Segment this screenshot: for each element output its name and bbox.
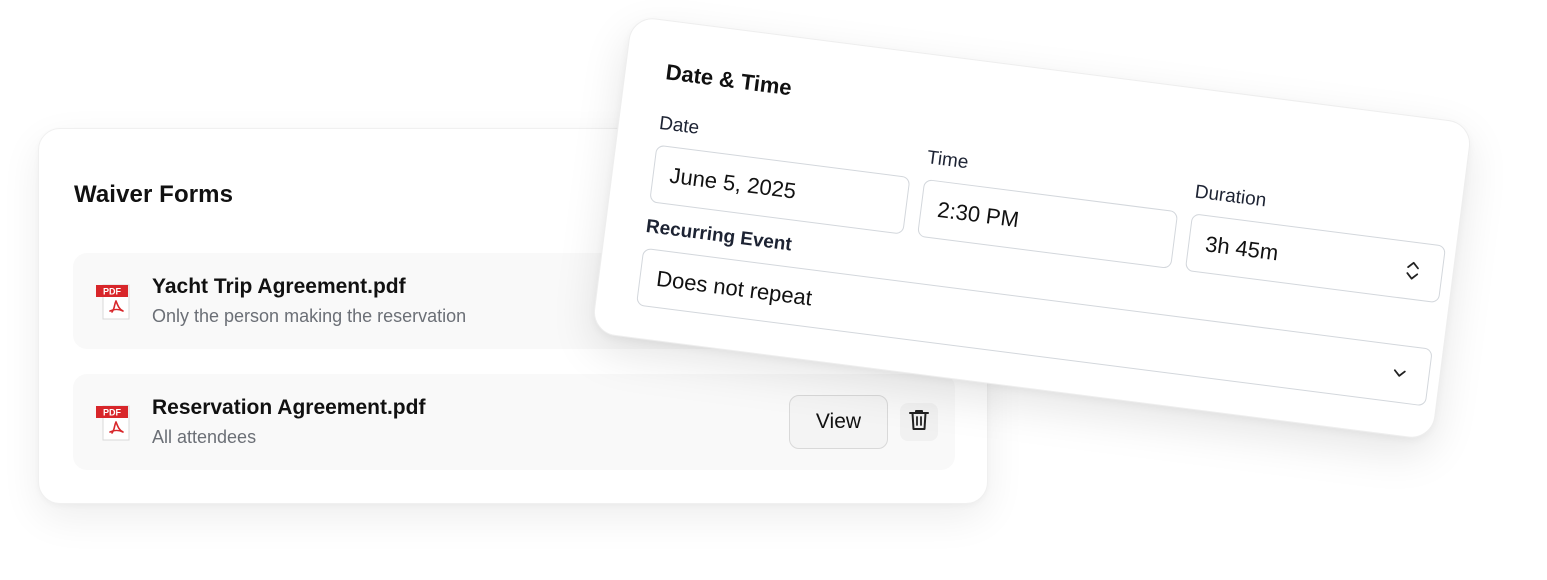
time-value: 2:30 PM: [936, 196, 1021, 233]
waiver-form-row: PDF Reservation Agreement.pdf All attend…: [73, 374, 955, 470]
waiver-form-audience: Only the person making the reservation: [152, 306, 467, 326]
pdf-file-icon: PDF: [95, 402, 137, 444]
duration-label: Duration: [1193, 181, 1268, 212]
waiver-form-audience: All attendees: [152, 427, 257, 447]
view-button[interactable]: View: [789, 395, 888, 449]
delete-button[interactable]: [900, 403, 938, 441]
up-down-chevron-icon: [1404, 259, 1421, 283]
waiver-form-name: Reservation Agreement.pdf: [152, 396, 426, 419]
duration-select[interactable]: 3h 45m: [1184, 213, 1447, 304]
time-label: Time: [925, 147, 970, 174]
chevron-down-icon: [1392, 368, 1407, 380]
trash-icon: [908, 408, 930, 437]
pdf-label: PDF: [103, 408, 122, 418]
time-input[interactable]: 2:30 PM: [916, 178, 1179, 269]
date-time-title: Date & Time: [664, 59, 794, 101]
recurring-event-value: Does not repeat: [654, 265, 814, 311]
duration-value: 3h 45m: [1203, 231, 1280, 266]
pdf-file-icon: PDF: [95, 281, 137, 323]
waiver-forms-title: Waiver Forms: [74, 181, 234, 208]
date-label: Date: [657, 112, 701, 139]
waiver-form-name: Yacht Trip Agreement.pdf: [152, 275, 406, 298]
date-value: June 5, 2025: [668, 162, 798, 204]
pdf-label: PDF: [103, 287, 122, 297]
